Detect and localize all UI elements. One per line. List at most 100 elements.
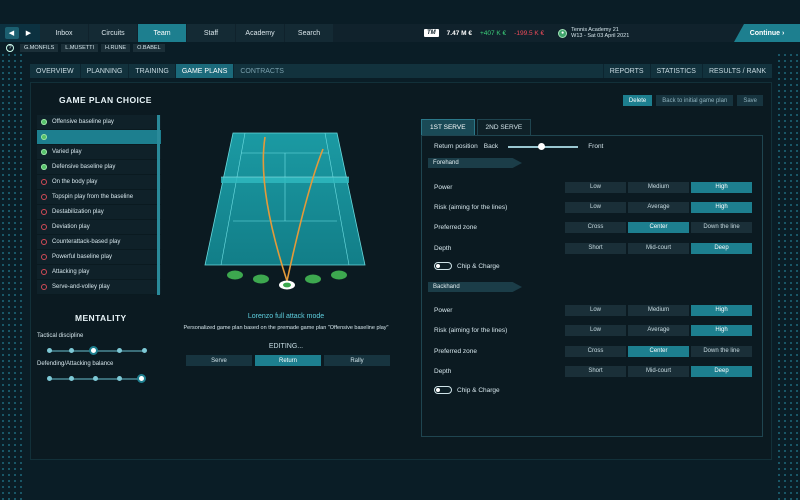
- save-button[interactable]: Save: [737, 95, 763, 106]
- list-item[interactable]: Serve-and-volley play: [37, 280, 161, 295]
- option-button[interactable]: High: [691, 304, 752, 316]
- forward-arrow-icon[interactable]: ▶: [22, 27, 36, 39]
- plan-label: Powerful baseline play: [52, 254, 113, 260]
- subtab-planning[interactable]: PLANNING: [81, 64, 130, 78]
- forehand-zone-row: Preferred zone Cross Center Down the lin…: [434, 221, 752, 233]
- option-button[interactable]: Center: [628, 221, 689, 233]
- chip-charge-toggle[interactable]: [434, 386, 452, 394]
- back-label: Back: [483, 143, 499, 150]
- tab-second-serve[interactable]: 2ND SERVE: [476, 119, 532, 135]
- return-position-slider[interactable]: [508, 142, 579, 150]
- option-button[interactable]: Low: [565, 181, 626, 193]
- help-icon[interactable]: ?: [6, 44, 14, 52]
- option-button[interactable]: Average: [628, 324, 689, 336]
- status-locked-icon: [41, 194, 47, 200]
- defending-attacking-slider[interactable]: [47, 374, 146, 383]
- target-zone: [305, 274, 321, 284]
- option-button[interactable]: Medium: [628, 304, 689, 316]
- subtab-contracts[interactable]: CONTRACTS: [234, 64, 290, 78]
- tab-inbox[interactable]: Inbox: [40, 24, 88, 42]
- return-position-row: Return position Back Front: [434, 142, 603, 150]
- chip-charge-toggle[interactable]: [434, 262, 452, 270]
- list-item[interactable]: Powerful baseline play: [37, 250, 161, 265]
- finance-summary[interactable]: TM 7.47 M € +407 K € -199.5 K €: [424, 24, 544, 42]
- tab-team[interactable]: Team: [138, 24, 186, 42]
- row-label: Power: [434, 183, 453, 191]
- list-item[interactable]: Varied play: [37, 145, 161, 160]
- list-item[interactable]: Attacking play: [37, 265, 161, 280]
- player-tab[interactable]: G.MONFILS: [20, 44, 59, 52]
- option-button[interactable]: Cross: [565, 221, 626, 233]
- option-button[interactable]: Low: [565, 304, 626, 316]
- option-button[interactable]: Center: [628, 345, 689, 357]
- list-item[interactable]: [37, 130, 161, 145]
- list-item[interactable]: Counterattack-based play: [37, 235, 161, 250]
- option-button[interactable]: High: [691, 201, 752, 213]
- top-navigation: ◀ ▶ Inbox Circuits Team Staff Academy Se…: [0, 24, 800, 42]
- status-locked-icon: [41, 269, 47, 275]
- subtab-reports[interactable]: REPORTS: [602, 64, 650, 78]
- rally-mode-button[interactable]: Rally: [324, 355, 390, 366]
- option-button[interactable]: Deep: [691, 242, 752, 254]
- tab-academy[interactable]: Academy: [236, 24, 284, 42]
- subtab-training[interactable]: TRAINING: [129, 64, 176, 78]
- delete-button[interactable]: Delete: [622, 95, 653, 106]
- court-net: [221, 177, 349, 183]
- option-button[interactable]: Down the line: [691, 345, 752, 357]
- status-locked-icon: [41, 209, 47, 215]
- club-info[interactable]: ● Tennis Academy 21 W13 - Sat 03 April 2…: [558, 24, 629, 42]
- return-mode-button[interactable]: Return: [255, 355, 321, 366]
- subtab-statistics[interactable]: STATISTICS: [649, 64, 702, 78]
- plan-list-scrollbar[interactable]: [157, 115, 160, 295]
- player-tab[interactable]: H.RUNE: [101, 44, 131, 52]
- row-label: Power: [434, 306, 453, 314]
- game-plans-panel: GAME PLAN CHOICE Offensive baseline play…: [30, 82, 772, 460]
- tm-logo: TM: [424, 29, 439, 37]
- row-label: Preferred zone: [434, 347, 477, 355]
- option-button[interactable]: High: [691, 324, 752, 336]
- club-logo-icon: ●: [558, 28, 568, 38]
- option-button[interactable]: High: [691, 181, 752, 193]
- subtab-overview[interactable]: OVERVIEW: [30, 64, 81, 78]
- tab-staff[interactable]: Staff: [187, 24, 235, 42]
- player-tab[interactable]: L.MUSETTI: [61, 44, 98, 52]
- option-button[interactable]: Medium: [628, 181, 689, 193]
- plan-label: Destabilization play: [52, 209, 104, 215]
- history-arrows: ◀ ▶: [0, 24, 40, 42]
- list-item[interactable]: On the body play: [37, 175, 161, 190]
- status-locked-icon: [41, 254, 47, 260]
- tab-search[interactable]: Search: [285, 24, 333, 42]
- tab-circuits[interactable]: Circuits: [89, 24, 137, 42]
- option-button[interactable]: Mid-court: [628, 365, 689, 377]
- list-item[interactable]: Destabilization play: [37, 205, 161, 220]
- plan-description: Personalized game plan based on the prem…: [183, 325, 389, 331]
- option-button[interactable]: Average: [628, 201, 689, 213]
- tab-first-serve[interactable]: 1ST SERVE: [421, 119, 475, 135]
- list-item[interactable]: Deviation play: [37, 220, 161, 235]
- backhand-power-row: Power Low Medium High: [434, 304, 752, 316]
- option-button[interactable]: Short: [565, 242, 626, 254]
- chip-charge-label: Chip & Charge: [457, 262, 500, 270]
- list-item[interactable]: Offensive baseline play: [37, 115, 161, 130]
- option-button[interactable]: Low: [565, 324, 626, 336]
- plan-label: Attacking play: [52, 269, 90, 275]
- option-button[interactable]: Deep: [691, 365, 752, 377]
- subtab-game-plans[interactable]: GAME PLANS: [175, 64, 235, 78]
- option-button[interactable]: Down the line: [691, 221, 752, 233]
- back-to-initial-button[interactable]: Back to initial game plan: [656, 95, 734, 106]
- status-ok-icon: [41, 119, 47, 125]
- option-button[interactable]: Cross: [565, 345, 626, 357]
- option-button[interactable]: Low: [565, 201, 626, 213]
- court-diagram: [204, 132, 366, 290]
- continue-button[interactable]: Continue ›: [734, 24, 800, 42]
- serve-mode-button[interactable]: Serve: [186, 355, 252, 366]
- subtab-results-rank[interactable]: RESULTS / RANK: [701, 64, 772, 78]
- option-button[interactable]: Mid-court: [628, 242, 689, 254]
- tactical-discipline-slider[interactable]: [47, 346, 147, 355]
- player-tab[interactable]: O.BABEL: [133, 44, 165, 52]
- back-arrow-icon[interactable]: ◀: [4, 27, 19, 39]
- list-item[interactable]: Topspin play from the baseline: [37, 190, 161, 205]
- list-item[interactable]: Defensive baseline play: [37, 160, 161, 175]
- option-button[interactable]: Short: [565, 365, 626, 377]
- plan-label: Serve-and-volley play: [52, 284, 110, 290]
